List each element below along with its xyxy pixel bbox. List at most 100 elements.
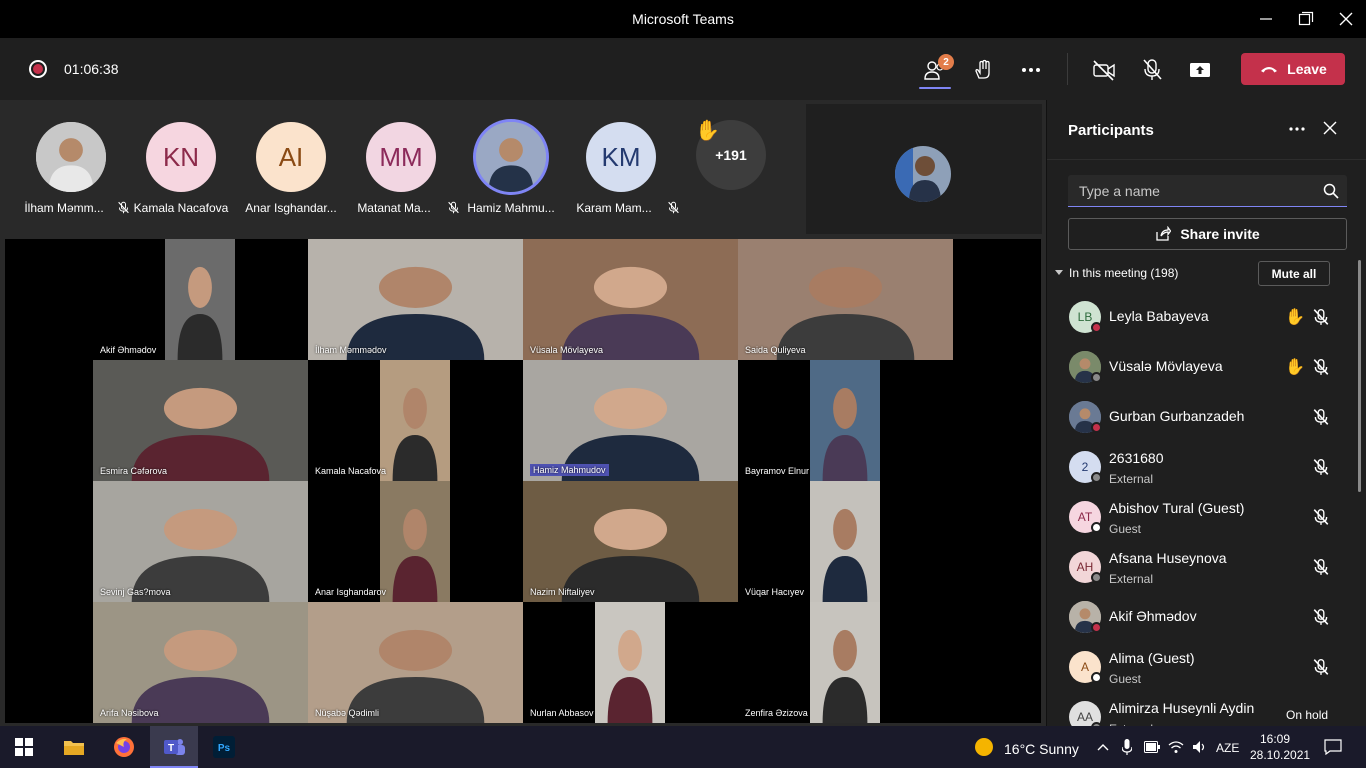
microphone-tray-icon[interactable] — [1118, 726, 1136, 768]
participant-video — [523, 360, 738, 481]
more-actions-button[interactable] — [1016, 55, 1046, 85]
system-clock[interactable]: 16:09 28.10.2021 — [1250, 731, 1310, 763]
video-tile[interactable]: Akif Əhmədov — [93, 239, 308, 360]
mute-all-button[interactable]: Mute all — [1258, 261, 1330, 286]
presence-status-icon — [1091, 472, 1102, 483]
close-window-icon[interactable] — [1335, 8, 1357, 30]
file-explorer-taskbar-button[interactable] — [50, 726, 98, 768]
input-language[interactable]: AZE — [1216, 741, 1239, 755]
strip-participant[interactable]: MM Matanat Ma... — [348, 118, 459, 222]
video-tile[interactable]: Anar Isghandarov — [308, 481, 523, 602]
panel-more-button[interactable] — [1287, 118, 1307, 143]
show-hidden-icons-icon[interactable] — [1094, 726, 1112, 768]
windows-logo-icon — [15, 738, 33, 756]
video-tile-name: Nazim Niftaliyev — [530, 587, 595, 597]
participant-row[interactable]: AAAlimirza Huseynli AydinExternalOn hold — [1047, 692, 1355, 726]
video-tile[interactable]: Vüsala Mövlayeva — [523, 239, 738, 360]
participant-row[interactable]: LB Leyla Babayeva ✋ — [1047, 292, 1355, 342]
raised-hand-icon: ✋ — [695, 120, 720, 142]
participant-video — [380, 360, 450, 481]
weather-text[interactable]: 16°C Sunny — [1004, 741, 1079, 757]
participant-avatar: KN — [146, 122, 216, 192]
mic-muted-icon[interactable] — [1312, 458, 1330, 481]
participant-role: Guest — [1109, 522, 1142, 536]
video-tile[interactable]: Saida Quliyeva — [738, 239, 953, 360]
video-tile-name: Arifa Nəsibova — [100, 708, 159, 718]
strip-participant[interactable]: KN Kamala Nacafova — [128, 118, 234, 222]
video-tile-name: Vüsala Mövlayeva — [530, 345, 604, 355]
video-tile[interactable]: Esmira Cəfərova — [93, 360, 308, 481]
mic-muted-icon — [1313, 409, 1329, 425]
video-tile-name: İlham Məmmədov — [315, 345, 387, 355]
video-tile-name: Akif Əhmədov — [100, 345, 157, 355]
volume-icon[interactable] — [1190, 726, 1210, 768]
video-tile[interactable]: Kamala Nacafova — [308, 360, 523, 481]
participant-avatar: MM — [366, 122, 436, 192]
mic-toggle-button[interactable] — [1137, 55, 1167, 85]
start-button[interactable] — [0, 726, 48, 768]
strip-participant[interactable]: Hamiz Mahmu... — [458, 118, 564, 222]
participant-name: Afsana Huseynova — [1109, 550, 1227, 566]
mic-muted-icon[interactable] — [1312, 408, 1330, 431]
maximize-icon[interactable] — [1295, 8, 1317, 30]
mic-muted-icon[interactable] — [1312, 358, 1330, 381]
camera-toggle-button[interactable] — [1089, 55, 1119, 85]
leave-button[interactable]: Leave — [1241, 53, 1345, 85]
video-tile[interactable]: Nazim Niftaliyev — [523, 481, 738, 602]
panel-scrollbar[interactable] — [1358, 260, 1361, 492]
participant-row[interactable]: AH Afsana Huseynova External — [1047, 542, 1355, 592]
weather-icon[interactable] — [972, 726, 996, 768]
search-input[interactable] — [1068, 175, 1308, 207]
strip-participant[interactable]: KM Karam Mam... — [568, 118, 679, 222]
video-tile[interactable]: Nurlan Abbasov — [523, 602, 738, 723]
participant-video — [738, 239, 953, 360]
share-screen-button[interactable] — [1185, 55, 1215, 85]
participant-video — [523, 239, 738, 360]
search-icon[interactable] — [1323, 183, 1339, 204]
participant-name: Kamala Nacafova — [133, 201, 229, 215]
participant-row[interactable]: Gurban Gurbanzadeh — [1047, 392, 1355, 442]
participant-row[interactable]: Akif Əhmədov — [1047, 592, 1355, 642]
video-tile[interactable]: Arifa Nəsibova — [93, 602, 308, 723]
mic-muted-icon[interactable] — [1312, 558, 1330, 581]
participant-avatar — [476, 122, 546, 192]
video-tile-name: Bayramov Elnur — [745, 466, 810, 476]
mic-muted-icon[interactable] — [1312, 658, 1330, 681]
participant-row[interactable]: AT Abishov Tural (Guest) Guest — [1047, 492, 1355, 542]
participant-row[interactable]: A Alima (Guest) Guest — [1047, 642, 1355, 692]
participant-avatar: AI — [256, 122, 326, 192]
participant-row[interactable]: Vüsalə Mövlayeva ✋ — [1047, 342, 1355, 392]
participant-video — [93, 481, 308, 602]
mic-muted-icon[interactable] — [1312, 308, 1330, 331]
video-tile[interactable]: İlham Məmmədov — [308, 239, 523, 360]
photoshop-taskbar-button[interactable]: Ps — [200, 726, 248, 768]
video-tile-name: Vüqar Hacıyev — [745, 587, 805, 597]
mic-muted-icon[interactable] — [1312, 608, 1330, 631]
strip-participant[interactable]: AI Anar Isghandar... — [238, 118, 344, 222]
battery-icon[interactable] — [1142, 726, 1162, 768]
mic-muted-icon[interactable] — [1312, 508, 1330, 531]
video-tile[interactable]: Bayramov Elnur — [738, 360, 953, 481]
teams-taskbar-button[interactable]: T — [150, 726, 198, 768]
video-tile[interactable]: Hamiz Mahmudov — [523, 360, 738, 481]
panel-close-button[interactable] — [1322, 120, 1338, 141]
video-tile[interactable]: Sevinj Gas?mova — [93, 481, 308, 602]
participant-row[interactable]: 2 2631680 External — [1047, 442, 1355, 492]
share-invite-button[interactable]: Share invite — [1068, 218, 1347, 250]
minimize-icon[interactable] — [1255, 8, 1277, 30]
share-invite-label: Share invite — [1180, 226, 1260, 242]
participant-video — [93, 360, 308, 481]
video-tile[interactable]: Vüqar Hacıyev — [738, 481, 953, 602]
video-tile[interactable]: Nüşabə Qədimli — [308, 602, 523, 723]
video-tile[interactable]: Zenfira Əzizova — [738, 602, 953, 723]
participant-name: Anar Isghandar... — [245, 201, 337, 215]
raised-hand-icon: ✋ — [1285, 359, 1305, 376]
notifications-icon[interactable] — [1320, 726, 1346, 768]
firefox-taskbar-button[interactable] — [100, 726, 148, 768]
wifi-icon[interactable] — [1166, 726, 1186, 768]
participant-name: Gurban Gurbanzadeh — [1109, 408, 1245, 424]
in-meeting-section-toggle[interactable]: In this meeting (198) — [1055, 266, 1178, 280]
strip-participant[interactable]: İlham Məmm... — [18, 118, 129, 222]
recording-icon — [29, 60, 47, 78]
raise-hand-button[interactable] — [968, 55, 998, 85]
